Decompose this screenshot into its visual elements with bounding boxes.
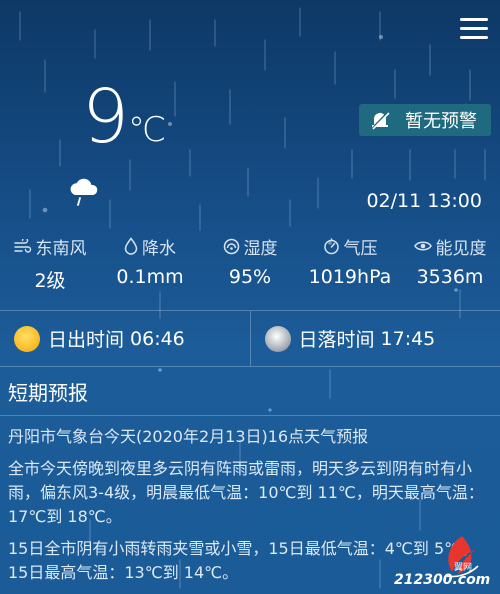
sunrise-time: 06:46 [130,327,185,350]
watermark-text: 212300.com [394,572,490,588]
observation-datetime: 02/11 13:00 [366,190,482,212]
eye-icon [413,241,432,251]
sunrise-cell: 日出时间 06:46 [0,311,250,366]
stat-visibility: 能见度 3536m [400,234,500,293]
stat-precipitation: 降水 0.1mm [100,234,200,293]
sunrise-label: 日出时间 [48,329,125,351]
stat-label: 能见度 [435,238,487,259]
stat-label: 气压 [343,238,378,259]
forecast-title: 短期预报 [0,370,500,416]
stat-value: 0.1mm [116,266,184,288]
stat-humidity: 湿度 95% [200,234,300,293]
stat-pressure: 气压 1019hPa [300,234,400,293]
alert-badge[interactable]: 暂无预警 [359,104,491,136]
sun-times: 日出时间 06:46 日落时间 17:45 [0,310,500,367]
forecast-heading: 丹阳市气象台今天(2020年2月13日)16点天气预报 [8,427,369,446]
forecast-paragraph: 全市今天傍晚到夜里多云阴有阵雨或雷雨，明天多云到阴有时有小雨，偏东风3-4级，明… [8,459,484,526]
stat-wind: 东南风 2级 [0,234,100,293]
sunset-time: 17:45 [380,327,436,350]
sun-icon [14,325,40,352]
humidity-icon [223,238,239,254]
stat-label: 湿度 [243,238,278,259]
bell-off-icon [371,111,390,130]
site-watermark-logo: 翼网 212300.com [394,536,490,588]
alert-label: 暂无预警 [405,111,477,132]
stat-value: 3536m [416,266,484,288]
stat-value: 2级 [34,270,66,292]
cloud-rain-icon [70,178,98,206]
sunset-cell: 日落时间 17:45 [249,311,500,366]
sunset-label: 日落时间 [298,329,375,351]
menu-button[interactable] [460,18,488,40]
current-temperature: 9 [82,74,129,160]
stat-label: 东南风 [35,238,87,259]
moon-icon [264,325,291,352]
stat-value: 1019hPa [308,266,392,288]
pressure-icon [323,238,339,254]
drop-icon [124,237,138,255]
wind-icon [13,239,31,253]
weather-stats: 东南风 2级 降水 0.1mm 湿度 95% 气压 1019hPa 能见度 35… [0,234,500,293]
temperature-unit: ℃ [128,110,167,150]
stat-label: 降水 [142,238,176,259]
stat-value: 95% [228,266,272,288]
